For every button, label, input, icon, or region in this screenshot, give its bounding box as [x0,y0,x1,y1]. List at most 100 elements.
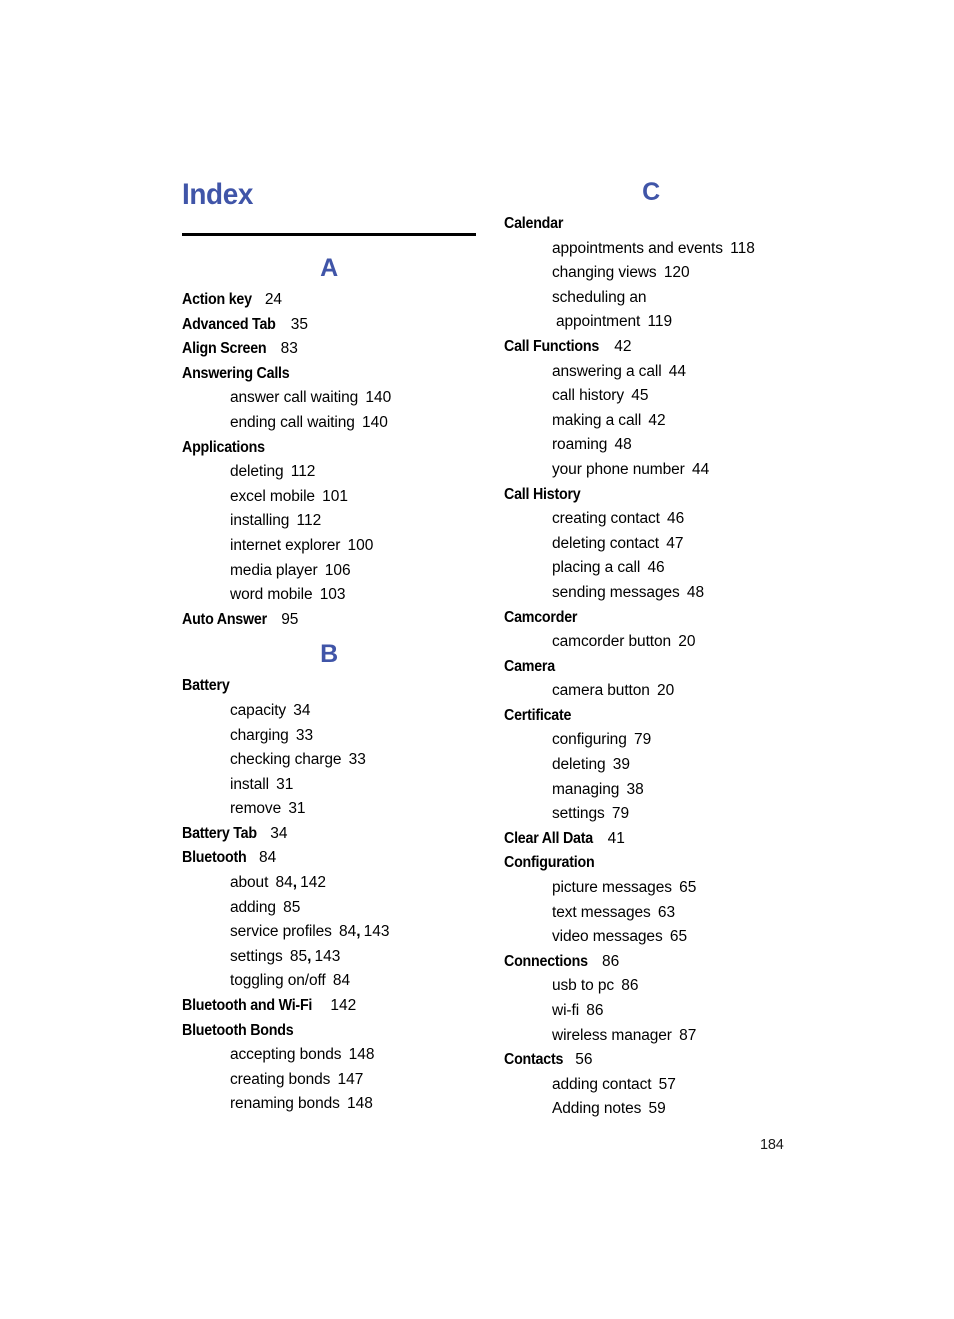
entry-page-numbers: 56 [575,1051,593,1069]
index-entry-sub: configuring 79 [504,728,798,753]
entry-term: Bluetooth Bonds [182,1021,294,1039]
left-column: Index A Action key 24 Advanced Tab 35 Align… [182,178,476,1117]
index-entry-sub: checking charge 33 [182,748,476,773]
entry-page-numbers: 84, 143 [339,923,390,941]
index-entry-sub: toggling on/off 84 [182,969,476,994]
entry-page-numbers: 142 [330,997,357,1015]
index-entry-sub: camera button 20 [504,679,798,704]
index-entry-sub: capacity 34 [182,699,476,724]
index-entry-main: Bluetooth and Wi-Fi 142 [182,994,476,1019]
entry-term: Auto Answer [182,610,267,628]
entry-page-numbers: 34 [293,701,311,719]
entry-page-numbers: 39 [612,756,630,774]
entry-term: appointment [556,313,641,331]
entry-term: settings [552,805,605,823]
entry-page-numbers: 112 [290,463,316,481]
index-entry-sub: Adding notes 59 [504,1097,798,1122]
index-entry-sub: changing views 120 [504,261,798,286]
index-entry-sub: roaming 48 [504,433,798,458]
index-entry-sub: your phone number 44 [504,458,798,483]
entry-page-numbers: 148 [346,1095,373,1113]
index-entry-sub: adding 85 [182,896,476,921]
entry-term: picture messages [552,879,672,897]
entry-page-numbers: 44 [668,362,687,380]
entry-list-a: Action key 24 Advanced Tab 35 Align Screen… [182,288,476,632]
entry-page-numbers: 46 [647,559,665,577]
entry-term: usb to pc [552,977,615,995]
entry-page-numbers: 34 [270,824,288,842]
section-letter-a: A [320,254,338,282]
index-entry-sub: wireless manager 87 [504,1024,798,1049]
index-entry-sub: answer call waiting 140 [182,386,476,411]
entry-page-numbers: 140 [361,413,388,431]
index-entry-sub: answering a call 44 [504,360,798,385]
entry-term: capacity [230,701,287,719]
index-entry-main: Configuration [504,851,798,876]
index-entry-sub: charging 33 [182,724,476,749]
entry-page-numbers: 46 [667,510,685,528]
index-entry-sub: sending messages 48 [504,581,798,606]
entry-term: Configuration [504,854,595,872]
entry-term: about [230,874,269,892]
entry-page-numbers: 84 [259,849,277,867]
entry-term: excel mobile [230,487,315,505]
entry-term: adding [230,898,276,916]
entry-page-numbers: 86 [602,952,620,970]
entry-page-numbers: 103 [319,586,346,604]
index-entry-main: Calendar [504,212,798,237]
index-entry-sub: scheduling an [504,286,798,311]
entry-page-numbers: 87 [679,1026,697,1044]
entry-page-numbers: 65 [679,879,697,897]
entry-term: toggling on/off [230,972,326,990]
entry-term: creating contact [552,510,660,528]
entry-page-numbers: 48 [614,436,632,454]
entry-term: configuring [552,731,627,749]
entry-term: answering a call [552,362,662,380]
entry-page-numbers: 63 [657,903,676,921]
entry-page-numbers: 106 [324,561,351,579]
index-entry-sub: wi-fi 86 [504,999,798,1024]
index-entry-sub: media player 106 [182,559,476,584]
index-entry-main: Contacts 56 [504,1048,798,1073]
entry-page-numbers: 84 [332,972,351,990]
entry-term: sending messages [552,583,680,601]
index-entry-sub: remove 31 [182,797,476,822]
entry-term: managing [552,780,620,798]
page-number: 184 [760,1137,784,1153]
entry-term: camcorder button [552,633,672,651]
page-separator: , [292,874,298,892]
entry-term: ending call waiting [230,413,355,431]
index-entry-sub: appointment 119 [504,310,798,335]
title-divider [182,233,476,236]
entry-term: Answering Calls [182,364,290,382]
index-page: Index A Action key 24 Advanced Tab 35 Align… [0,0,954,1319]
entry-term: media player [230,561,318,579]
index-entry-sub: call history 45 [504,384,798,409]
entry-term: Action key [182,291,252,308]
entry-page-numbers: 118 [730,239,755,257]
entry-page-numbers: 84, 142 [275,874,327,892]
right-column-sections: C Calendar appointments and events 118 chan… [504,178,798,1122]
index-entry-main: Battery Tab 34 [182,822,476,847]
entry-page-numbers: 47 [666,534,684,552]
entry-term: Call Functions [504,337,600,355]
index-entry-main: Call Functions 42 [504,335,798,360]
entry-term: your phone number [552,460,685,478]
entry-term: settings [230,947,283,965]
entry-term: scheduling an [552,288,647,306]
entry-page-numbers: 85, 143 [289,947,341,965]
index-entry-sub: internet explorer 100 [182,534,476,559]
entry-page-numbers: 83 [280,340,298,358]
entry-term: video messages [552,928,663,946]
entry-page-numbers: 20 [678,633,696,651]
index-entry-sub: ending call waiting 140 [182,411,476,436]
entry-term: Calendar [504,215,564,232]
page-separator: , [307,947,312,965]
entry-page-numbers: 100 [347,536,374,554]
entry-term: renaming bonds [230,1095,340,1113]
index-entry-sub: settings 79 [504,802,798,827]
index-entry-main: Advanced Tab 35 [182,313,476,338]
entry-page-numbers: 57 [658,1075,676,1093]
entry-page-numbers: 85 [283,898,301,916]
index-entry-main: Camcorder [504,606,798,631]
